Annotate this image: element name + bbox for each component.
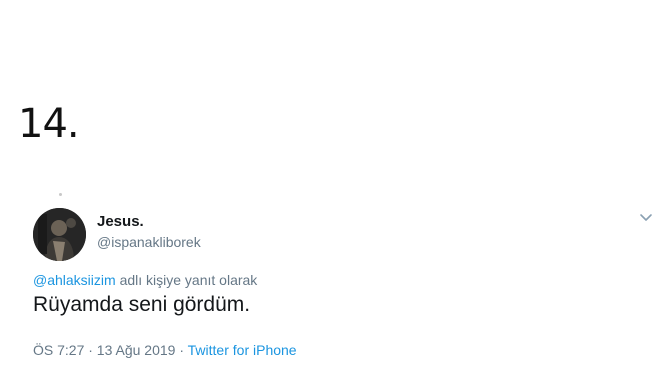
tweet-source-link[interactable]: Twitter for iPhone — [188, 342, 297, 358]
tweet-text: Rüyamda seni gördüm. — [33, 293, 251, 316]
reply-context: @ahlaksiizim adlı kişiye yanıt olarak — [33, 272, 257, 288]
chevron-down-icon[interactable] — [638, 212, 654, 224]
tweet-meta: ÖS 7:27 · 13 Ağu 2019 · Twitter for iPho… — [33, 342, 297, 358]
profile-photo-icon — [33, 208, 86, 261]
tweet-author[interactable]: Jesus. @ispanakliborek — [97, 213, 201, 251]
user-handle[interactable]: @ispanakliborek — [97, 233, 201, 251]
display-name[interactable]: Jesus. — [97, 213, 201, 231]
tweet-timestamp[interactable]: ÖS 7:27 · 13 Ağu 2019 — [33, 342, 175, 358]
meta-separator: · — [179, 342, 185, 358]
reply-context-label: adlı kişiye yanıt olarak — [119, 272, 258, 288]
list-number: 14. — [18, 101, 80, 147]
avatar[interactable] — [33, 208, 86, 261]
reply-mention-link[interactable]: @ahlaksiizim — [33, 272, 116, 288]
tweet-card: Jesus. @ispanakliborek @ahlaksiizim adlı… — [0, 196, 672, 378]
